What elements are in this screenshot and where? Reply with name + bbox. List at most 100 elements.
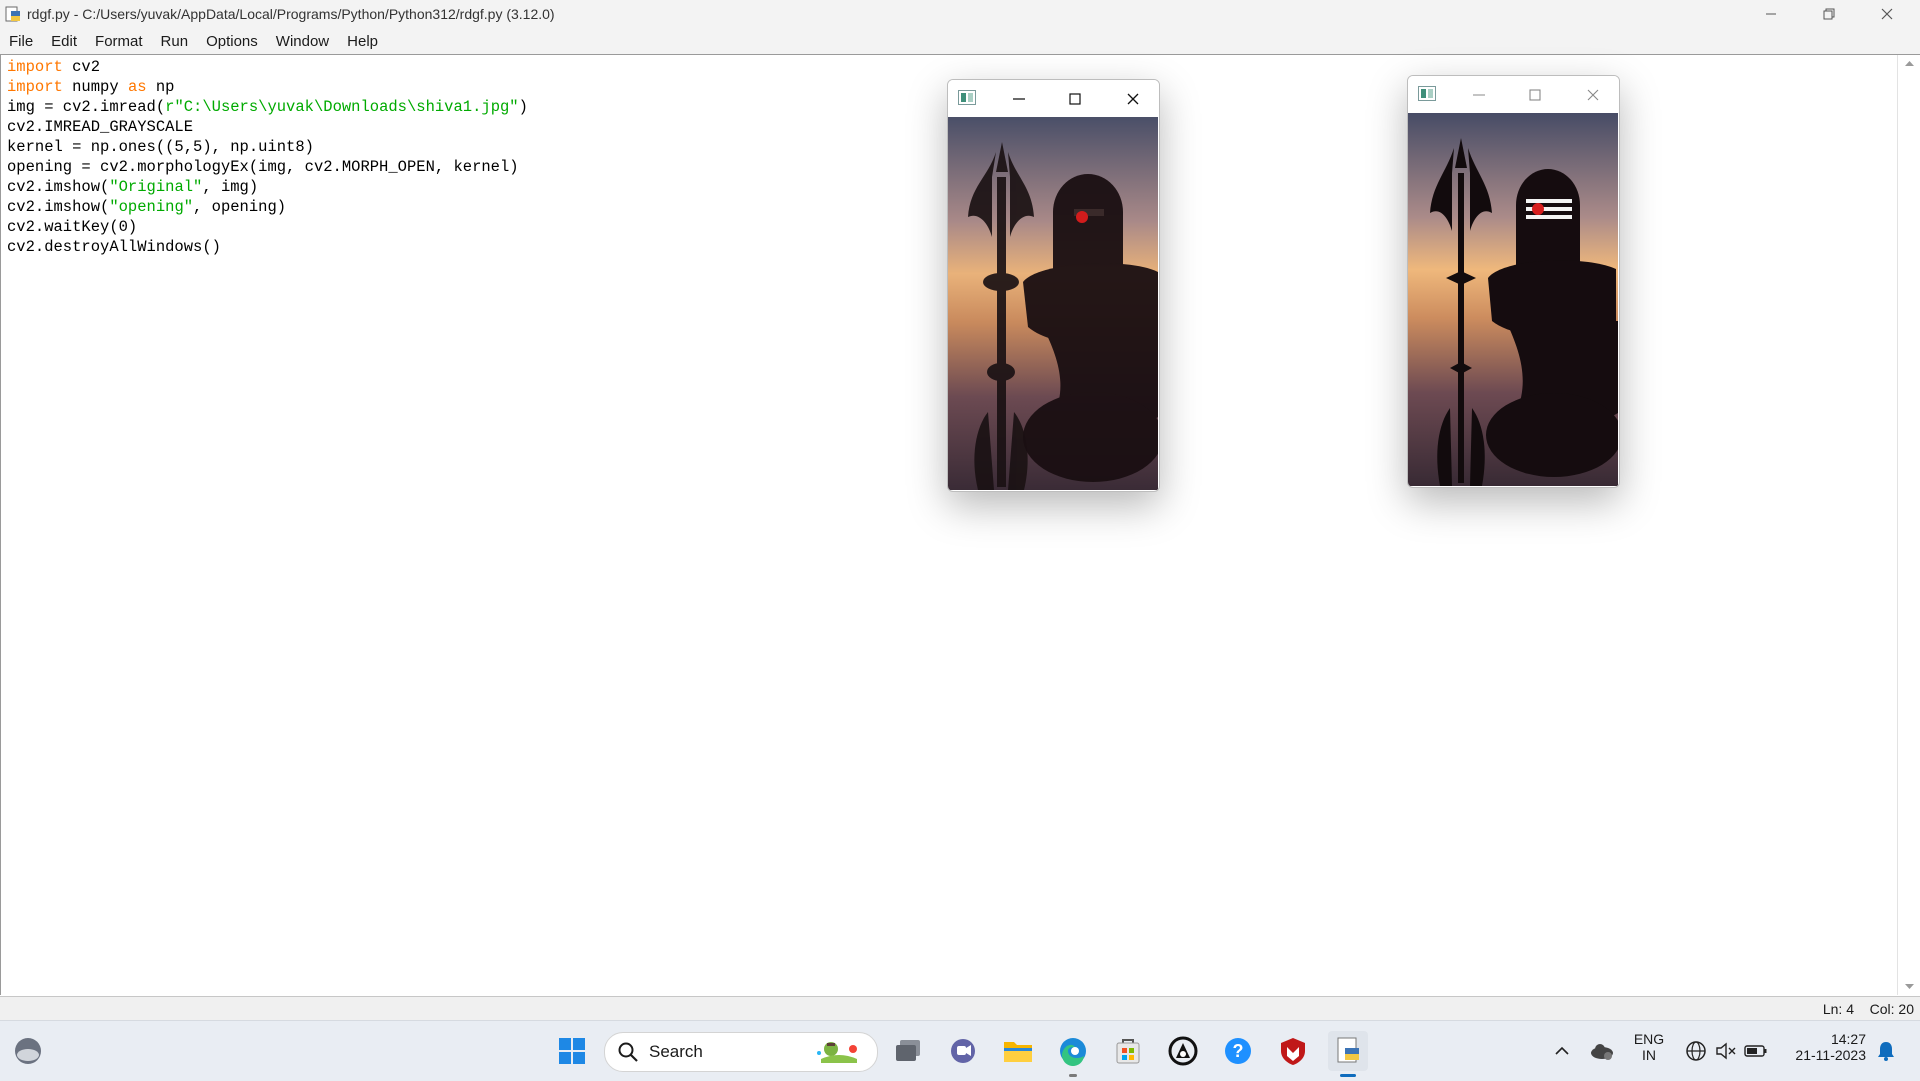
vertical-scrollbar[interactable] bbox=[1897, 55, 1920, 995]
mcafee-icon bbox=[1281, 1038, 1305, 1065]
code-line[interactable]: opening = cv2.morphologyEx(img, cv2.MORP… bbox=[7, 157, 528, 177]
onedrive-icon bbox=[1591, 1044, 1613, 1060]
app-button[interactable] bbox=[1163, 1031, 1203, 1071]
python-file-icon bbox=[5, 6, 20, 22]
minimize-icon bbox=[1013, 97, 1025, 100]
store-button[interactable] bbox=[1108, 1031, 1148, 1071]
edge-icon bbox=[1060, 1038, 1086, 1066]
code-keyword: as bbox=[127, 78, 147, 96]
menu-format[interactable]: Format bbox=[95, 33, 143, 50]
original-close-button[interactable] bbox=[1564, 76, 1619, 113]
weather-widget[interactable] bbox=[8, 1031, 48, 1071]
region-code: IN bbox=[1642, 1047, 1656, 1063]
weather-cloud-icon bbox=[15, 1038, 41, 1064]
minimize-button[interactable] bbox=[1742, 0, 1800, 28]
search-highlight-icon bbox=[817, 1042, 857, 1063]
menu-options[interactable]: Options bbox=[206, 33, 258, 50]
code-token: cv2.IMREAD_GRAYSCALE bbox=[7, 118, 194, 136]
file-explorer-icon bbox=[1004, 1042, 1032, 1062]
close-icon bbox=[1881, 8, 1893, 20]
minimize-icon bbox=[1473, 93, 1485, 96]
code-string: r"C:\Users\yuvak\Downloads\shiva1.jpg" bbox=[165, 98, 519, 116]
globe-icon bbox=[1686, 1041, 1706, 1061]
code-line[interactable]: import cv2 bbox=[7, 57, 528, 77]
menu-file[interactable]: File bbox=[9, 33, 33, 50]
teams-chat-icon bbox=[951, 1039, 975, 1063]
code-line[interactable]: cv2.imshow("Original", img) bbox=[7, 177, 528, 197]
opening-maximize-button[interactable] bbox=[1046, 80, 1104, 117]
battery-button[interactable] bbox=[1736, 1031, 1776, 1071]
status-bar: Ln: 4 Col: 20 bbox=[0, 996, 1920, 1021]
code-token: numpy bbox=[62, 78, 128, 96]
code-token: cv2.imshow( bbox=[7, 198, 110, 216]
opening-minimize-button[interactable] bbox=[990, 80, 1048, 117]
restore-button[interactable] bbox=[1800, 0, 1858, 28]
clock-date: 21-11-2023 bbox=[1795, 1047, 1866, 1063]
start-button[interactable] bbox=[552, 1031, 592, 1071]
menu-window[interactable]: Window bbox=[276, 33, 329, 50]
code-token: opening = cv2.morphologyEx(img, cv2.MORP… bbox=[7, 158, 519, 176]
taskbar-search[interactable]: Search bbox=[604, 1032, 878, 1072]
file-explorer-button[interactable] bbox=[998, 1031, 1038, 1071]
teams-chat-button[interactable] bbox=[943, 1031, 983, 1071]
mcafee-button[interactable] bbox=[1273, 1031, 1313, 1071]
original-maximize-button[interactable] bbox=[1506, 76, 1564, 113]
scroll-down-icon[interactable] bbox=[1898, 979, 1920, 995]
close-button[interactable] bbox=[1858, 0, 1916, 28]
task-view-button[interactable] bbox=[888, 1031, 928, 1071]
scroll-up-icon[interactable] bbox=[1898, 55, 1920, 71]
store-icon bbox=[1116, 1039, 1140, 1064]
code-token: cv2.destroyAllWindows() bbox=[7, 238, 221, 256]
code-line[interactable]: kernel = np.ones((5,5), np.uint8) bbox=[7, 137, 528, 157]
menu-run[interactable]: Run bbox=[161, 33, 189, 50]
window-title: rdgf.py - C:/Users/yuvak/AppData/Local/P… bbox=[27, 6, 555, 22]
clock-time: 14:27 bbox=[1830, 1031, 1866, 1047]
help-button[interactable]: ? bbox=[1218, 1031, 1258, 1071]
code-string: "Original" bbox=[109, 178, 203, 196]
window-app-icon bbox=[958, 90, 976, 105]
taskbar: Search ? ENG IN 14:27 21-11-2023 bbox=[0, 1020, 1920, 1081]
clock[interactable]: 14:27 21-11-2023 bbox=[1780, 1031, 1866, 1063]
code-text[interactable]: import cv2 import numpy as np img = cv2.im… bbox=[7, 57, 528, 257]
code-token: np bbox=[146, 78, 175, 96]
idle-active-indicator bbox=[1340, 1074, 1356, 1077]
menu-edit[interactable]: Edit bbox=[51, 33, 77, 50]
menu-bar: File Edit Format Run Options Window Help bbox=[0, 28, 1920, 55]
code-line[interactable]: cv2.imshow("opening", opening) bbox=[7, 197, 528, 217]
original-minimize-button[interactable] bbox=[1450, 76, 1508, 113]
search-icon bbox=[618, 1042, 638, 1062]
close-icon bbox=[1587, 89, 1599, 100]
code-token: , opening) bbox=[193, 198, 287, 216]
opening-window-titlebar[interactable] bbox=[948, 80, 1159, 117]
edge-button[interactable] bbox=[1053, 1031, 1093, 1077]
close-icon bbox=[1127, 93, 1139, 104]
opening-close-button[interactable] bbox=[1104, 80, 1159, 117]
original-window-titlebar[interactable] bbox=[1408, 76, 1619, 113]
code-line[interactable]: cv2.IMREAD_GRAYSCALE bbox=[7, 117, 528, 137]
start-icon bbox=[559, 1038, 585, 1064]
menu-help[interactable]: Help bbox=[347, 33, 378, 50]
svg-text:?: ? bbox=[1233, 1041, 1244, 1061]
bell-icon bbox=[1878, 1042, 1894, 1061]
task-view-icon bbox=[896, 1040, 920, 1061]
status-line: Ln: 4 bbox=[1822, 1001, 1854, 1017]
language-code: ENG bbox=[1633, 1031, 1665, 1047]
onedrive-button[interactable] bbox=[1582, 1031, 1622, 1071]
minimize-icon bbox=[1766, 13, 1776, 15]
status-column: Col: 20 bbox=[1869, 1001, 1914, 1017]
title-bar: rdgf.py - C:/Users/yuvak/AppData/Local/P… bbox=[0, 0, 1920, 28]
show-hidden-icons-button[interactable] bbox=[1542, 1031, 1582, 1071]
chevron-up-icon bbox=[1555, 1046, 1569, 1055]
code-line[interactable]: cv2.destroyAllWindows() bbox=[7, 237, 528, 257]
edge-running-indicator bbox=[1069, 1074, 1077, 1077]
notifications-button[interactable] bbox=[1866, 1031, 1906, 1071]
code-line[interactable]: import numpy as np bbox=[7, 77, 528, 97]
code-line[interactable]: cv2.waitKey(0) bbox=[7, 217, 528, 237]
code-keyword: import bbox=[7, 78, 63, 96]
opening-image-window[interactable] bbox=[947, 79, 1160, 492]
battery-icon bbox=[1744, 1045, 1767, 1057]
python-idle-button[interactable] bbox=[1328, 1031, 1368, 1077]
language-indicator[interactable]: ENG IN bbox=[1626, 1031, 1672, 1063]
original-image-window[interactable] bbox=[1407, 75, 1620, 488]
code-line[interactable]: img = cv2.imread(r"C:\Users\yuvak\Downlo… bbox=[7, 97, 528, 117]
